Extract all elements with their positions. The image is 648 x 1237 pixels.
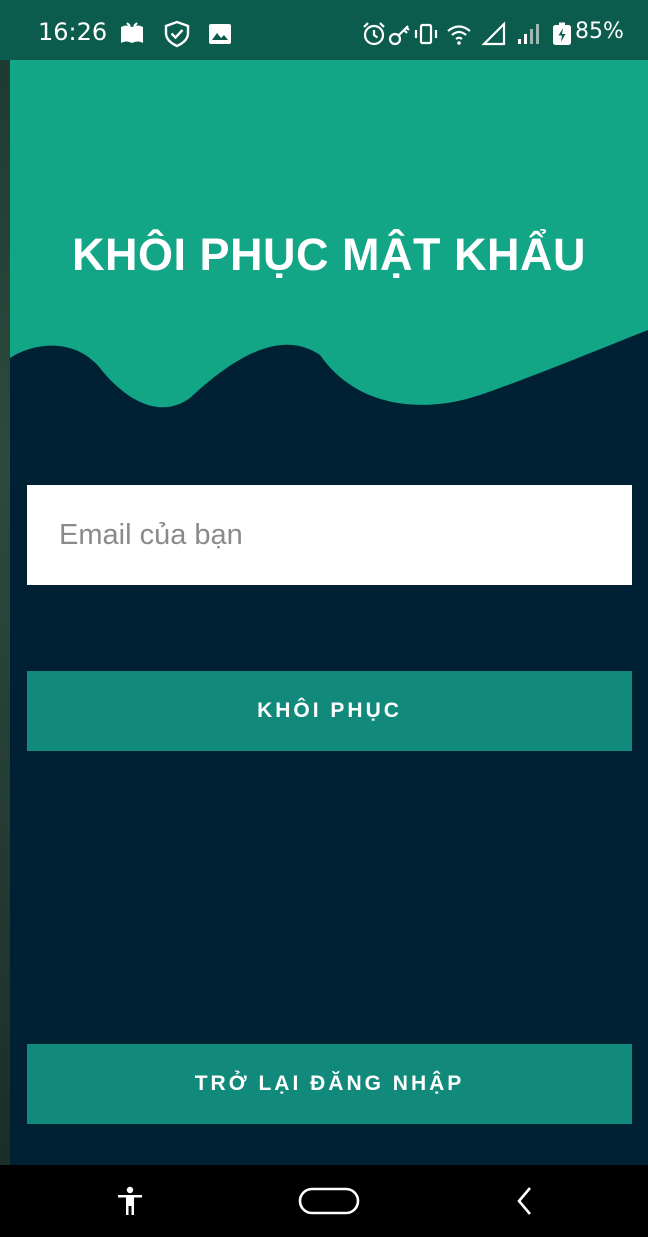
book-icon — [121, 22, 143, 43]
status-time: 16:26 — [38, 18, 108, 46]
signal-bars-icon — [518, 24, 539, 44]
accessibility-button[interactable] — [100, 1165, 160, 1237]
forgot-password-screen: 16:26 85% KHÔI PHỤC MẬT KHẨU Email của b… — [0, 0, 648, 1237]
alarm-icon — [363, 22, 385, 46]
signal-triangle-icon — [481, 21, 506, 46]
battery-percentage: 85% — [575, 19, 624, 44]
back-to-login-button[interactable]: TRỞ LẠI ĐĂNG NHẬP — [27, 1044, 632, 1124]
vibrate-icon — [414, 23, 438, 45]
key-icon — [388, 25, 410, 46]
shield-icon — [164, 20, 190, 48]
page-title: KHÔI PHỤC MẬT KHẨU — [72, 229, 586, 280]
accessibility-icon — [118, 1186, 142, 1215]
screen-edge-strip — [0, 0, 10, 1165]
battery-icon — [553, 22, 571, 45]
home-button[interactable] — [284, 1165, 374, 1237]
back-button[interactable] — [495, 1165, 555, 1237]
status-bar: 16:26 85% — [0, 0, 648, 60]
email-input[interactable] — [27, 485, 632, 585]
back-chevron-icon — [517, 1187, 531, 1215]
restore-button[interactable]: KHÔI PHỤC — [27, 671, 632, 751]
header: KHÔI PHỤC MẬT KHẨU — [10, 60, 648, 440]
wifi-icon — [447, 25, 471, 45]
home-pill-icon — [298, 1187, 360, 1215]
navigation-bar — [0, 1165, 648, 1237]
image-icon — [209, 24, 231, 44]
